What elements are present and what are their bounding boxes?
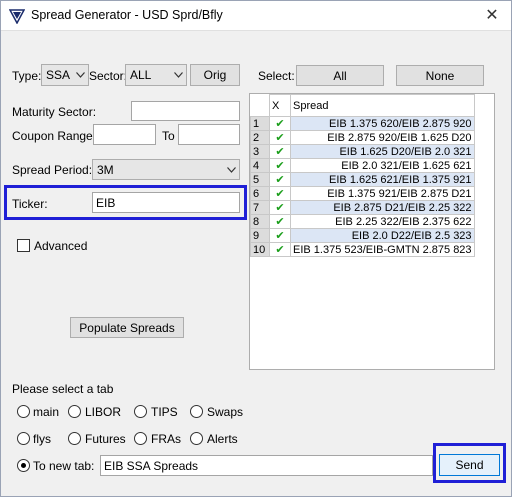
spread-period-label: Spread Period: [12, 163, 93, 177]
radio-alerts[interactable] [190, 432, 203, 445]
table-row[interactable]: 7 ✔ EIB 2.875 D21/EIB 2.25 322 [250, 200, 475, 215]
send-button[interactable]: Send [439, 454, 500, 476]
radio-tips-label: TIPS [151, 405, 178, 419]
title-bar: Spread Generator - USD Sprd/Bfly ✕ [0, 0, 512, 31]
new-tab-name-input[interactable]: EIB SSA Spreads [100, 455, 433, 476]
spread-period-select[interactable]: 3M [92, 159, 240, 180]
radio-new-tab-label: To new tab: [33, 459, 95, 473]
coupon-to-input[interactable] [178, 124, 240, 145]
chevron-down-icon [72, 72, 88, 78]
maturity-sector-input[interactable] [131, 101, 240, 121]
row-number: 3 [250, 144, 270, 159]
row-spread: EIB 2.25 322/EIB 2.375 622 [290, 214, 475, 229]
radio-flys[interactable] [17, 432, 30, 445]
spread-table: X Spread 1 ✔ EIB 1.375 620/EIB 2.875 920 2 ✔… [250, 94, 475, 257]
row-checkmark-icon[interactable]: ✔ [269, 228, 291, 243]
advanced-label: Advanced [34, 239, 88, 253]
row-checkmark-icon[interactable]: ✔ [269, 144, 291, 159]
table-row[interactable]: 10 ✔ EIB 1.375 523/EIB-GMTN 2.875 823 [250, 242, 475, 257]
row-number: 5 [250, 172, 270, 187]
radio-flys-label: flys [33, 432, 51, 446]
sector-select-value: ALL [130, 68, 152, 82]
radio-tips[interactable] [134, 405, 147, 418]
chevron-down-icon [170, 72, 186, 78]
table-row[interactable]: 4 ✔ EIB 2.0 321/EIB 1.625 621 [250, 158, 475, 173]
spread-period-value: 3M [97, 162, 114, 177]
spread-grid: X Spread 1 ✔ EIB 1.375 620/EIB 2.875 920 2 ✔… [249, 93, 495, 370]
advanced-checkbox[interactable] [17, 239, 30, 252]
ticker-label: Ticker: [12, 197, 48, 211]
close-button[interactable]: ✕ [472, 0, 512, 31]
radio-fras-label: FRAs [151, 432, 181, 446]
row-checkmark-icon[interactable]: ✔ [269, 214, 291, 229]
table-row[interactable]: 5 ✔ EIB 1.625 621/EIB 1.375 921 [250, 172, 475, 187]
row-spread: EIB 2.875 920/EIB 1.625 D20 [290, 130, 475, 145]
table-row[interactable]: 6 ✔ EIB 1.375 921/EIB 2.875 D21 [250, 186, 475, 201]
row-number: 1 [250, 116, 270, 131]
radio-swaps-label: Swaps [207, 405, 244, 419]
radio-futures[interactable] [68, 432, 81, 445]
header-rownum [250, 94, 270, 117]
row-checkmark-icon[interactable]: ✔ [269, 200, 291, 215]
row-checkmark-icon[interactable]: ✔ [269, 158, 291, 173]
row-number: 7 [250, 200, 270, 215]
chevron-down-icon [223, 166, 239, 173]
ticker-input[interactable]: EIB [92, 192, 240, 213]
row-number: 8 [250, 214, 270, 229]
radio-main[interactable] [17, 405, 30, 418]
row-number: 10 [250, 242, 270, 257]
type-select[interactable]: SSA [41, 64, 89, 86]
row-checkmark-icon[interactable]: ✔ [269, 172, 291, 187]
select-none-button[interactable]: None [396, 65, 484, 86]
sector-select[interactable]: ALL [125, 64, 187, 86]
row-checkmark-icon[interactable]: ✔ [269, 242, 291, 257]
row-spread: EIB 2.0 D22/EIB 2.5 323 [290, 228, 475, 243]
table-row[interactable]: 8 ✔ EIB 2.25 322/EIB 2.375 622 [250, 214, 475, 229]
select-all-button[interactable]: All [296, 65, 384, 86]
radio-main-label: main [33, 405, 60, 419]
type-select-value: SSA [46, 68, 71, 82]
orig-button[interactable]: Orig [190, 64, 240, 86]
radio-alerts-label: Alerts [207, 432, 238, 446]
table-row[interactable]: 3 ✔ EIB 1.625 D20/EIB 2.0 321 [250, 144, 475, 159]
select-label: Select: [258, 69, 295, 83]
header-spread[interactable]: Spread [290, 94, 475, 117]
grid-header-row: X Spread [250, 94, 475, 117]
row-checkmark-icon[interactable]: ✔ [269, 130, 291, 145]
radio-fras[interactable] [134, 432, 147, 445]
row-number: 9 [250, 228, 270, 243]
radio-libor-label: LIBOR [85, 405, 122, 419]
app-logo-icon [9, 9, 25, 24]
row-spread: EIB 1.625 D20/EIB 2.0 321 [290, 144, 475, 159]
radio-libor[interactable] [68, 405, 81, 418]
row-number: 2 [250, 130, 270, 145]
radio-new-tab[interactable] [17, 459, 30, 472]
type-label: Type: [12, 69, 42, 83]
table-row[interactable]: 9 ✔ EIB 2.0 D22/EIB 2.5 323 [250, 228, 475, 243]
table-row[interactable]: 1 ✔ EIB 1.375 620/EIB 2.875 920 [250, 116, 475, 131]
row-checkmark-icon[interactable]: ✔ [269, 116, 291, 131]
table-row[interactable]: 2 ✔ EIB 2.875 920/EIB 1.625 D20 [250, 130, 475, 145]
row-spread: EIB 2.875 D21/EIB 2.25 322 [290, 200, 475, 215]
row-spread: EIB 1.625 621/EIB 1.375 921 [290, 172, 475, 187]
coupon-range-label: Coupon Range: [12, 129, 97, 143]
sector-label: Sector: [89, 69, 128, 83]
row-spread: EIB 2.0 321/EIB 1.625 621 [290, 158, 475, 173]
row-number: 4 [250, 158, 270, 173]
row-number: 6 [250, 186, 270, 201]
coupon-to-label: To [162, 129, 175, 143]
tab-prompt-label: Please select a tab [12, 382, 114, 396]
row-spread: EIB 1.375 921/EIB 2.875 D21 [290, 186, 475, 201]
populate-spreads-button[interactable]: Populate Spreads [70, 317, 184, 338]
window-title: Spread Generator - USD Sprd/Bfly [31, 8, 223, 22]
row-spread: EIB 1.375 620/EIB 2.875 920 [290, 116, 475, 131]
coupon-from-input[interactable] [93, 124, 156, 145]
radio-futures-label: Futures [85, 432, 126, 446]
row-checkmark-icon[interactable]: ✔ [269, 186, 291, 201]
row-spread: EIB 1.375 523/EIB-GMTN 2.875 823 [290, 242, 475, 257]
maturity-sector-label: Maturity Sector: [12, 105, 97, 119]
header-x[interactable]: X [269, 94, 291, 117]
radio-swaps[interactable] [190, 405, 203, 418]
